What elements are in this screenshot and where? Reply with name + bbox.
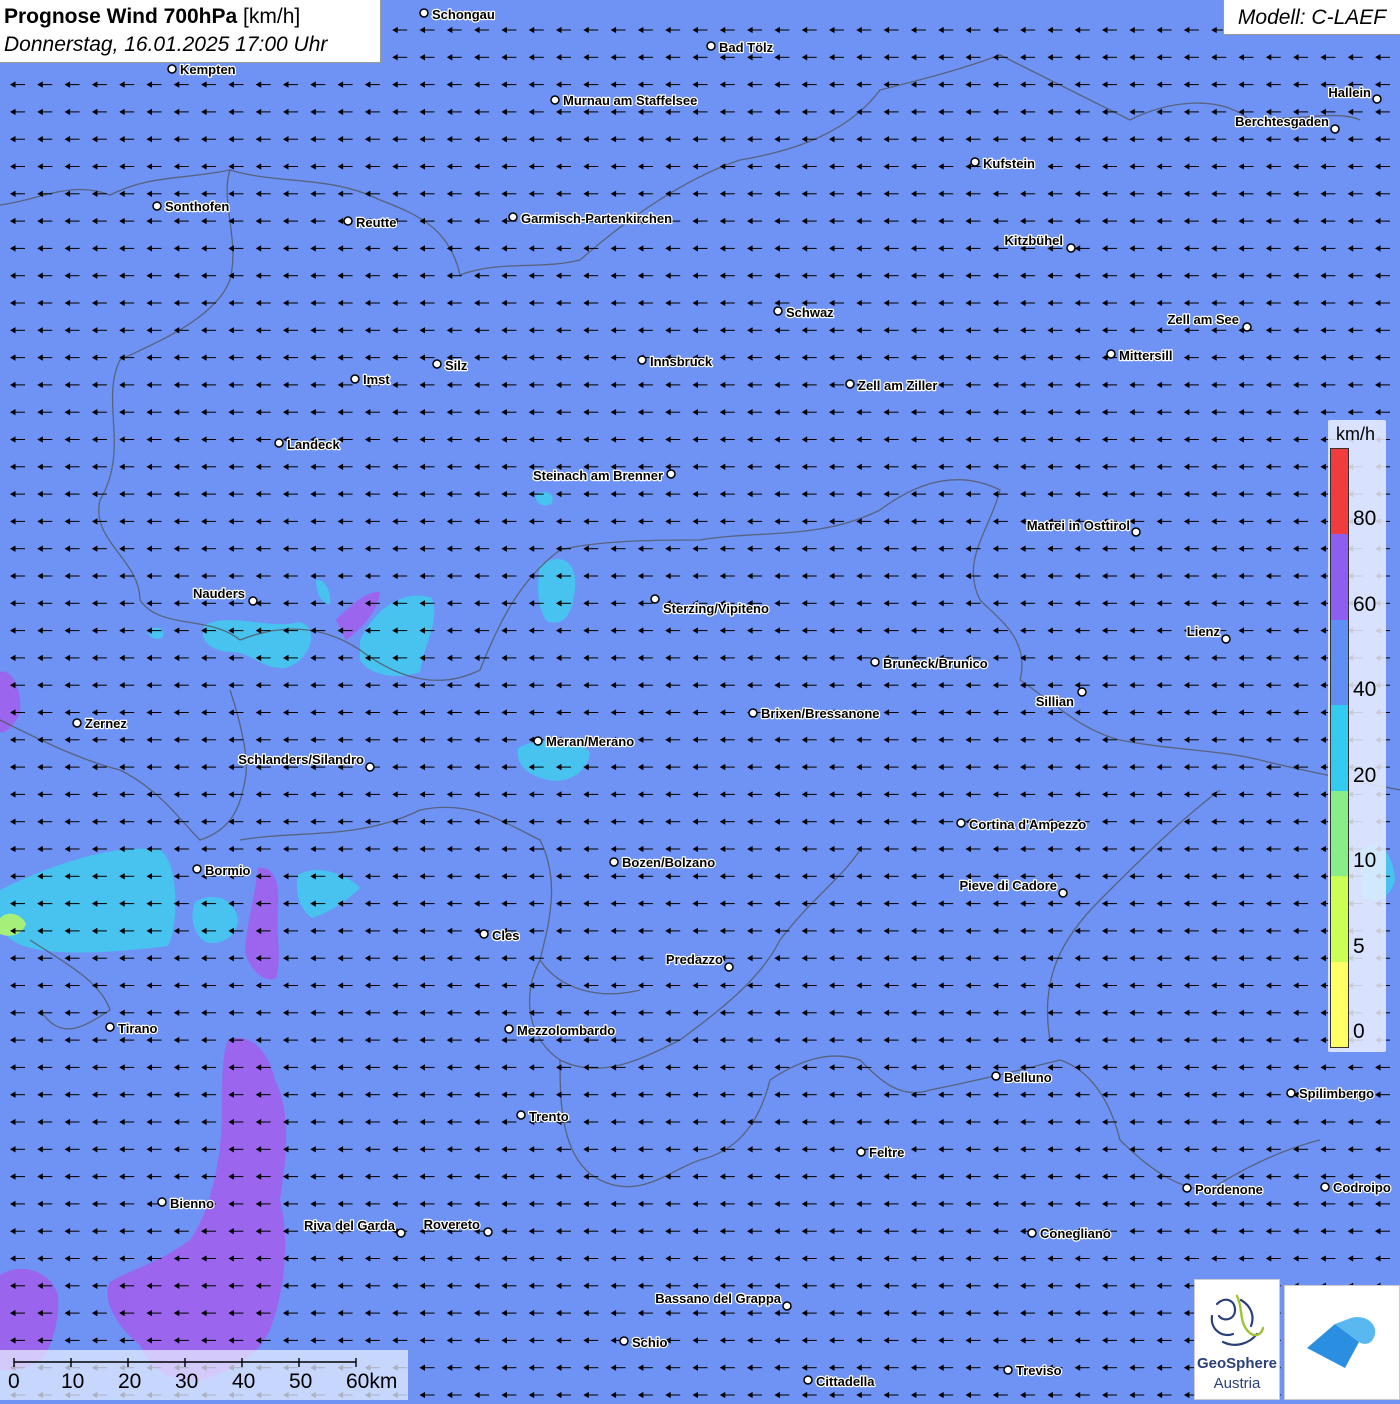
wind-map: SchongauBad TölzKemptenMurnau am Staffel… [0,0,1400,1400]
